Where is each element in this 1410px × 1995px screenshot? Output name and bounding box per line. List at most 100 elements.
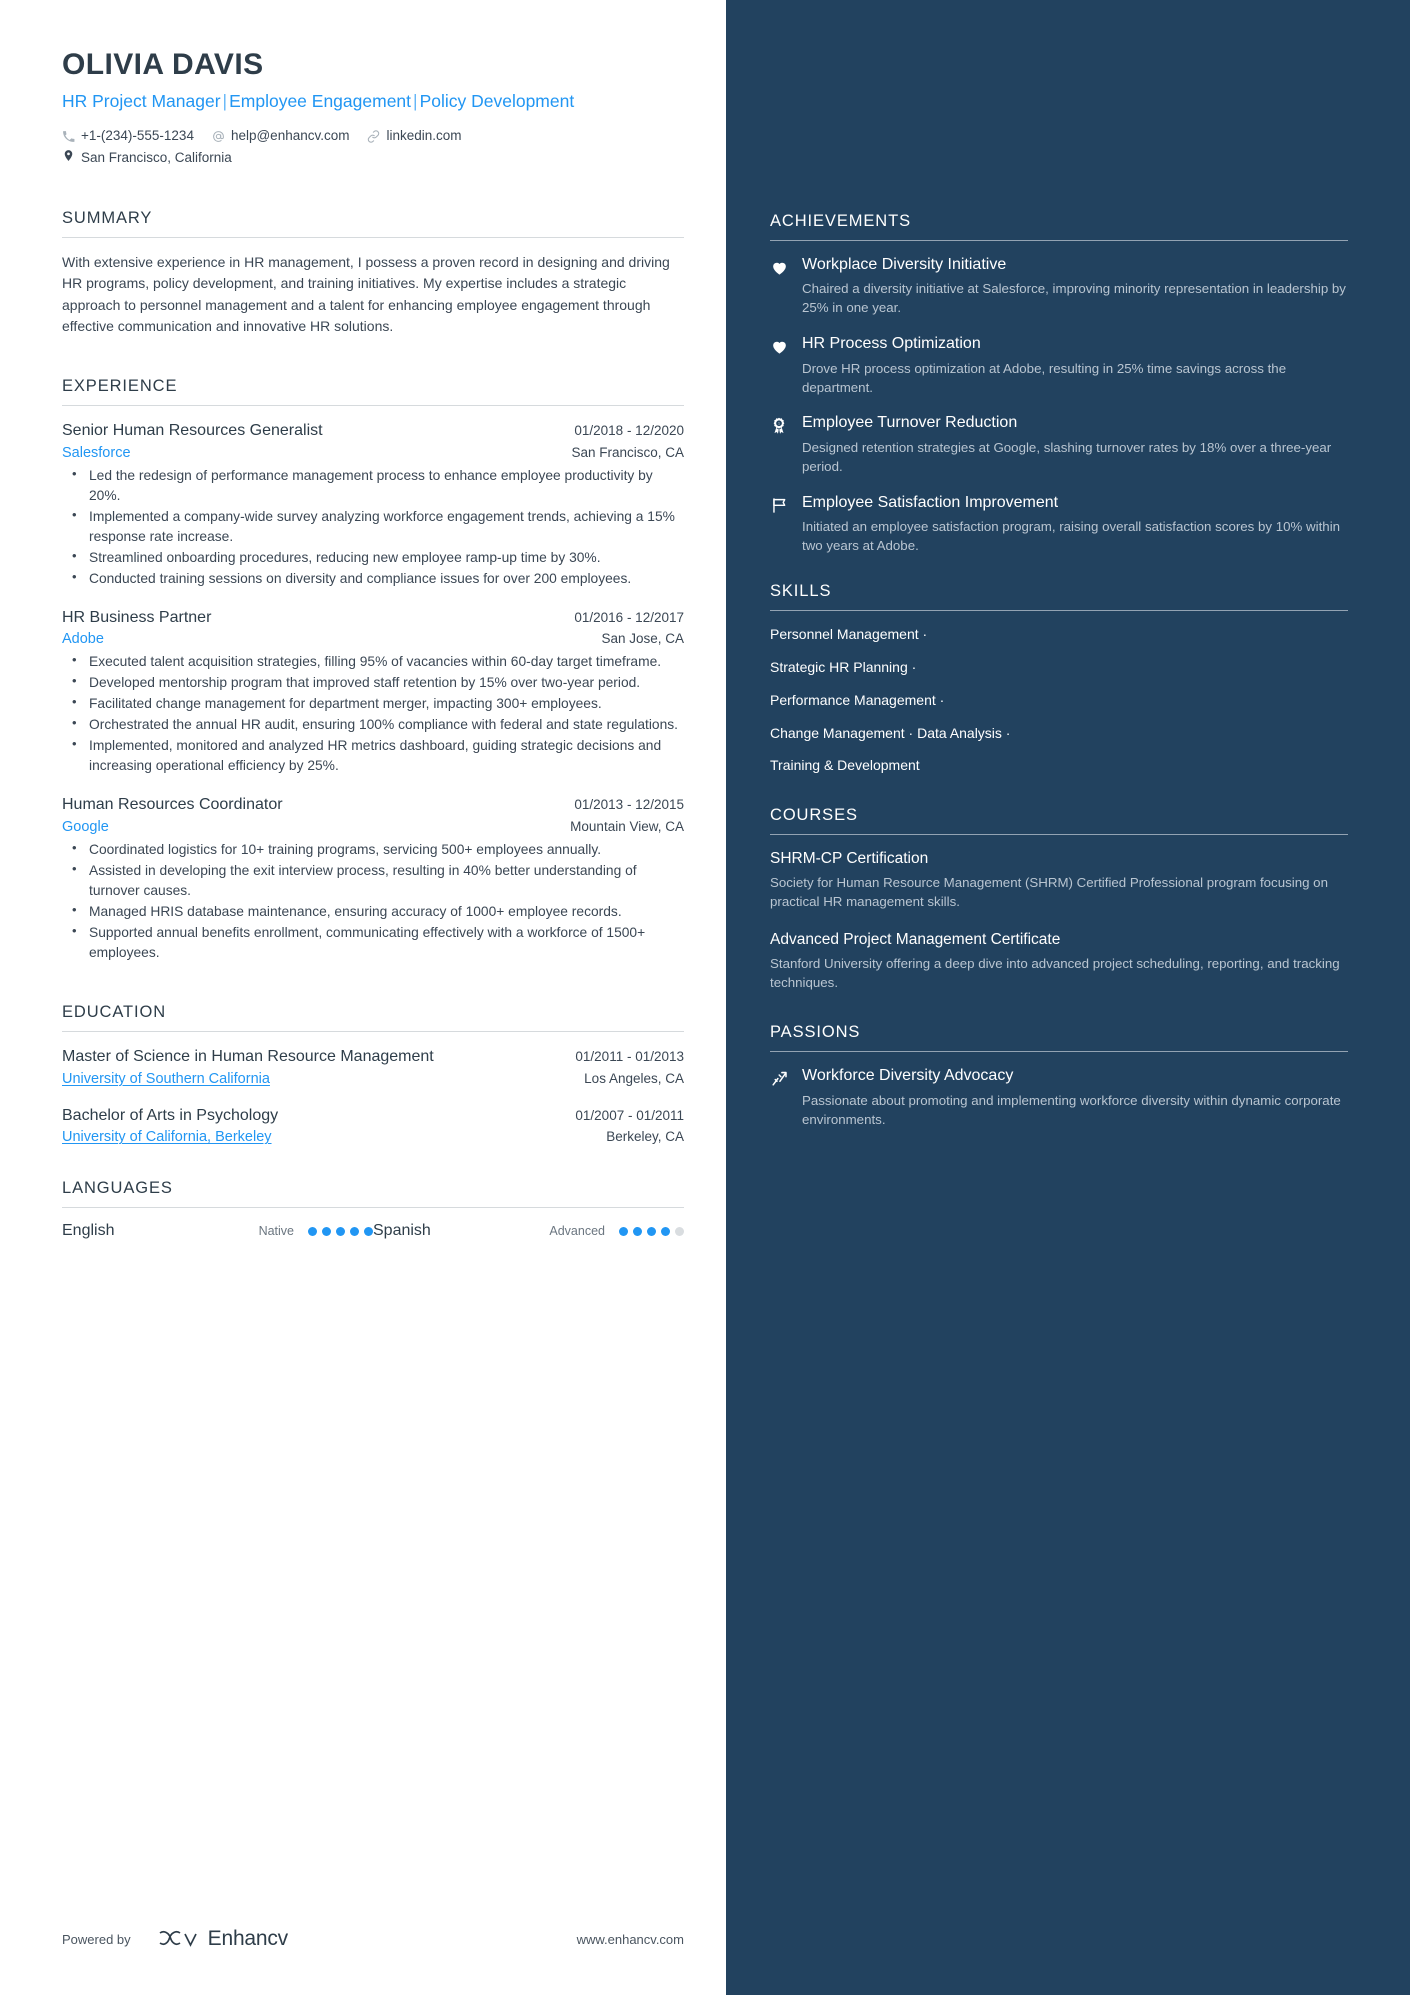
school-name[interactable]: University of Southern California: [62, 1071, 270, 1087]
contact-info: +1-(234)-555-1234 help@enhancv.com linke…: [62, 126, 684, 169]
experience-section-title: EXPERIENCE: [62, 377, 684, 407]
heart-icon: [770, 255, 802, 318]
skill-item: Training & Development: [770, 757, 920, 774]
enhancv-wordmark: Enhancv: [207, 1927, 289, 1950]
proficiency-dot: [661, 1226, 670, 1236]
achievement-description: Chaired a diversity initiative at Salesf…: [802, 281, 1346, 316]
passion-title: Workforce Diversity Advocacy: [802, 1067, 1014, 1085]
language-proficiency-dots: [308, 1226, 373, 1236]
heart-icon: [770, 334, 802, 397]
contact-phone: +1-(234)-555-1234: [62, 126, 194, 147]
job-bullet: Supported annual benefits enrollment, co…: [62, 922, 684, 963]
experience-entry-subheader: Salesforce San Francisco, CA: [62, 445, 684, 461]
job-location: Mountain View, CA: [570, 818, 684, 834]
achievement-item: HR Process Optimization Drove HR process …: [770, 334, 1348, 397]
language-level: Advanced: [549, 1224, 605, 1239]
achievements-section-title: ACHIEVEMENTS: [770, 212, 1348, 241]
achievement-body: Employee Satisfaction Improvement Initiat…: [802, 493, 1348, 556]
skill-item: Strategic HR Planning ·: [770, 658, 917, 675]
experience-section: EXPERIENCE Senior Human Resources Genera…: [62, 377, 684, 963]
job-title: Senior Human Resources Generalist: [62, 422, 323, 440]
language-item: Spanish Advanced: [373, 1222, 684, 1240]
contact-link[interactable]: linkedin.com: [367, 126, 462, 147]
school-name[interactable]: University of California, Berkeley: [62, 1129, 272, 1145]
skills-section: SKILLS Personnel Management · Strategic H…: [770, 582, 1348, 776]
course-item: SHRM-CP Certification Society for Human R…: [770, 849, 1348, 912]
languages-section: LANGUAGES English Native Spanish Advanced: [62, 1179, 684, 1240]
job-dates: 01/2016 - 12/2017: [574, 609, 684, 625]
headline-separator-1: |: [222, 90, 228, 111]
enhancv-mark-icon: [157, 1928, 199, 1950]
at-icon: [212, 130, 225, 143]
footer-website[interactable]: www.enhancv.com: [577, 1932, 684, 1947]
achievement-item: 1 Employee Turnover Reduction Designed ret…: [770, 413, 1348, 476]
link-icon: [367, 130, 380, 143]
education-section-title: EDUCATION: [62, 1003, 684, 1032]
job-bullet: Implemented a company-wide survey analyz…: [62, 506, 684, 547]
achievement-item: Workplace Diversity Initiative Chaired a …: [770, 255, 1348, 318]
job-location: San Francisco, CA: [571, 444, 684, 460]
education-entry-header: Bachelor of Arts in Psychology 01/2007 - …: [62, 1105, 684, 1127]
proficiency-dot: [350, 1226, 359, 1236]
job-bullet: Facilitated change management for depart…: [62, 693, 684, 714]
passion-body: Workforce Diversity Advocacy Passionate a…: [802, 1066, 1348, 1130]
experience-entry: Human Resources Coordinator 01/2013 - 12/…: [62, 794, 684, 963]
company-name[interactable]: Salesforce: [62, 445, 131, 461]
achievement-title: HR Process Optimization: [802, 335, 981, 353]
summary-section: SUMMARY With extensive experience in HR …: [62, 209, 684, 337]
passions-section: PASSIONS Workforce Diversity Advocacy Pas…: [770, 1023, 1348, 1130]
location-text: San Francisco, California: [81, 150, 232, 166]
course-item: Advanced Project Management Certificate S…: [770, 930, 1348, 993]
achievement-title: Employee Satisfaction Improvement: [802, 493, 1059, 511]
experience-entry-subheader: Adobe San Jose, CA: [62, 631, 684, 647]
experience-list: Senior Human Resources Generalist 01/2018…: [62, 420, 684, 963]
passions-section-title: PASSIONS: [770, 1023, 1348, 1053]
skill-item: Performance Management ·: [770, 691, 945, 708]
job-bullet: Led the redesign of performance manageme…: [62, 465, 684, 506]
footer: Powered by Enhancv www.enhancv.com: [62, 1927, 684, 1951]
education-entry-subheader: University of California, Berkeley Berkel…: [62, 1129, 684, 1145]
education-entry: Master of Science in Human Resource Mana…: [62, 1046, 684, 1087]
course-description: Society for Human Resource Management (S…: [770, 875, 1328, 910]
proficiency-dot: [308, 1226, 317, 1236]
phone-icon: [62, 130, 75, 143]
job-bullet-list: Led the redesign of performance manageme…: [62, 465, 684, 589]
job-bullet: Developed mentorship program that improv…: [62, 672, 684, 693]
job-title: Human Resources Coordinator: [62, 796, 283, 814]
job-bullet: Coordinated logistics for 10+ training p…: [62, 839, 684, 860]
job-dates: 01/2018 - 12/2020: [574, 423, 684, 439]
company-name[interactable]: Adobe: [62, 631, 104, 647]
education-entry-subheader: University of Southern California Los Ang…: [62, 1071, 684, 1087]
achievement-description: Designed retention strategies at Google,…: [802, 439, 1332, 474]
degree-dates: 01/2007 - 01/2011: [575, 1107, 684, 1123]
achievement-body: HR Process Optimization Drove HR process …: [802, 334, 1348, 397]
job-bullet: Executed talent acquisition strategies, …: [62, 651, 684, 672]
job-bullet: Assisted in developing the exit intervie…: [62, 860, 684, 901]
achievement-title: Employee Turnover Reduction: [802, 414, 1018, 432]
award-ribbon-icon: 1: [770, 413, 802, 476]
proficiency-dot: [675, 1226, 684, 1236]
achievements-section: ACHIEVEMENTS Workplace Diversity Initiat…: [770, 212, 1348, 556]
proficiency-dot: [336, 1226, 345, 1236]
headline-part-3: Policy Development: [419, 90, 575, 111]
company-name[interactable]: Google: [62, 819, 109, 835]
achievement-description: Initiated an employee satisfaction progr…: [802, 519, 1341, 553]
page-title: OLIVIA DAVIS: [62, 48, 264, 81]
courses-section-title: COURSES: [770, 806, 1348, 836]
link-text: linkedin.com: [386, 128, 462, 144]
contact-email[interactable]: help@enhancv.com: [212, 126, 350, 147]
language-level: Native: [258, 1224, 294, 1239]
passions-list: Workforce Diversity Advocacy Passionate a…: [770, 1066, 1348, 1130]
flag-icon: [770, 493, 802, 556]
passion-item: Workforce Diversity Advocacy Passionate a…: [770, 1066, 1348, 1130]
degree-dates: 01/2011 - 01/2013: [575, 1048, 684, 1064]
courses-section: COURSES SHRM-CP Certification Society for…: [770, 806, 1348, 993]
experience-entry: HR Business Partner 01/2016 - 12/2017 Adob…: [62, 607, 684, 777]
languages-list: English Native Spanish Advanced: [62, 1222, 684, 1240]
sidebar: ACHIEVEMENTS Workplace Diversity Initiat…: [726, 0, 1410, 1995]
job-bullet: Streamlined onboarding procedures, reduc…: [62, 547, 684, 568]
achievements-list: Workplace Diversity Initiative Chaired a …: [770, 255, 1348, 556]
course-title: SHRM-CP Certification: [770, 850, 929, 868]
job-bullet: Orchestrated the annual HR audit, ensuri…: [62, 714, 684, 735]
email-text: help@enhancv.com: [230, 128, 350, 144]
